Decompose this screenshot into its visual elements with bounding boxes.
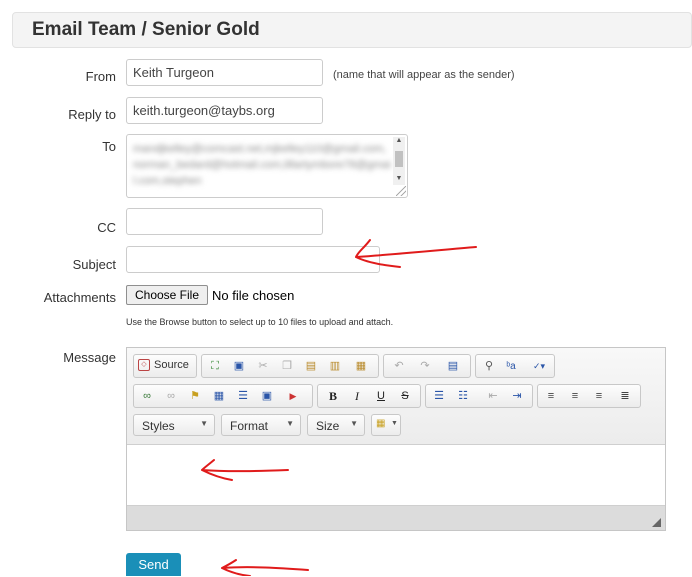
annotation-arrows <box>201 239 477 576</box>
message-arrow-icon <box>201 459 289 481</box>
subject-arrow-icon <box>355 239 477 268</box>
send-arrow-icon <box>221 559 309 576</box>
